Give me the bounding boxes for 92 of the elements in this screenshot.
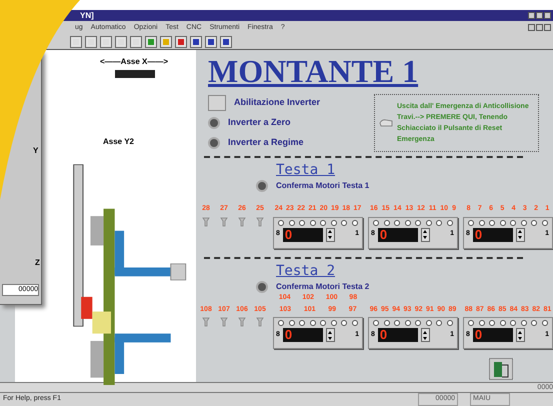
axis-label: Asse Y2 — [103, 136, 134, 148]
axis-label: Z — [35, 257, 41, 269]
counter-display: 0 — [282, 328, 323, 342]
radio-button[interactable] — [352, 220, 358, 226]
indicator-light-icon — [208, 117, 220, 129]
radio-button[interactable] — [531, 220, 538, 226]
radio-button[interactable] — [489, 320, 496, 326]
radio-button[interactable] — [436, 320, 442, 326]
radio-button[interactable] — [373, 320, 379, 326]
head-title: Testa 1 — [276, 162, 336, 178]
radio-button[interactable] — [288, 220, 295, 226]
radio-button[interactable] — [415, 220, 422, 226]
spin-button[interactable] — [516, 228, 525, 242]
counter-display: 0 — [472, 228, 513, 242]
radio-button[interactable] — [510, 220, 516, 226]
counter-display: 0 — [378, 328, 418, 342]
radio-button[interactable] — [394, 220, 400, 226]
toolbar-button[interactable] — [130, 36, 142, 48]
radio-button[interactable] — [489, 220, 496, 226]
radio-button[interactable] — [478, 220, 485, 226]
radio-button[interactable] — [404, 220, 411, 226]
hand-icon — [379, 118, 393, 128]
radio-button[interactable] — [468, 320, 474, 326]
toolbar-button[interactable] — [100, 36, 112, 48]
radio-button[interactable] — [373, 220, 379, 226]
radio-button[interactable] — [310, 220, 316, 226]
radio-button[interactable] — [500, 220, 506, 226]
radio-button[interactable] — [341, 220, 348, 226]
spin-button[interactable] — [326, 328, 335, 342]
radio-button[interactable] — [426, 320, 432, 326]
radio-button[interactable] — [542, 220, 548, 226]
window-title: YN] — [80, 12, 94, 20]
counter-display: 0 — [378, 228, 418, 242]
head-title: Testa 2 — [276, 262, 336, 278]
radio-button[interactable] — [341, 320, 348, 326]
radio-button[interactable] — [384, 320, 390, 326]
exit-icon[interactable] — [489, 358, 513, 380]
toolbar-button[interactable] — [190, 36, 202, 48]
toolbar-button[interactable] — [85, 36, 97, 48]
radio-button[interactable] — [352, 320, 358, 326]
spin-button[interactable] — [420, 328, 430, 342]
toolbar-button[interactable] — [175, 36, 187, 48]
radio-button[interactable] — [320, 320, 326, 326]
radio-button[interactable] — [478, 320, 485, 326]
radio-button[interactable] — [520, 320, 527, 326]
radio-button[interactable] — [446, 220, 453, 226]
radio-button[interactable] — [278, 320, 284, 326]
toolbar-button[interactable] — [145, 36, 157, 48]
toolbar-button[interactable] — [115, 36, 127, 48]
radio-button[interactable] — [394, 320, 400, 326]
page-title: MONTANTE 1 — [208, 54, 420, 88]
radio-button[interactable] — [520, 220, 527, 226]
control-label: Inverter a Regime — [228, 136, 304, 150]
axis-label: <——Asse X——> — [100, 56, 168, 68]
radio-button[interactable] — [468, 220, 474, 226]
confirm-label: Conferma Motori Testa 2 — [276, 280, 370, 292]
radio-button[interactable] — [404, 320, 411, 326]
radio-button[interactable] — [288, 320, 295, 326]
spin-button[interactable] — [326, 228, 335, 242]
radio-button[interactable] — [278, 220, 284, 226]
radio-button[interactable] — [310, 320, 316, 326]
checkbox[interactable] — [208, 95, 226, 111]
confirm-label: Conferma Motori Testa 1 — [276, 180, 370, 192]
toolbar-button[interactable] — [205, 36, 217, 48]
spin-button[interactable] — [516, 328, 525, 342]
radio-button[interactable] — [330, 320, 337, 326]
radio-button[interactable] — [436, 220, 442, 226]
axis-label: Y — [33, 145, 40, 157]
radio-button[interactable] — [384, 220, 390, 226]
radio-button[interactable] — [542, 320, 548, 326]
control-label: Abilitazione Inverter — [234, 96, 320, 110]
toolbar-button[interactable] — [70, 36, 82, 48]
indicator-light-icon — [256, 280, 268, 292]
radio-button[interactable] — [531, 320, 538, 326]
radio-button[interactable] — [426, 220, 432, 226]
spin-button[interactable] — [420, 228, 430, 242]
counter-display: 0 — [472, 328, 513, 342]
radio-button[interactable] — [299, 220, 306, 226]
radio-button[interactable] — [500, 320, 506, 326]
radio-button[interactable] — [299, 320, 306, 326]
radio-button[interactable] — [510, 320, 516, 326]
radio-button[interactable] — [330, 220, 337, 226]
indicator-light-icon — [256, 180, 268, 192]
counter-display: 0 — [282, 228, 323, 242]
radio-button[interactable] — [415, 320, 422, 326]
indicator-light-icon — [208, 137, 220, 149]
toolbar-button[interactable] — [220, 36, 232, 48]
radio-button[interactable] — [320, 220, 326, 226]
toolbar-button[interactable] — [160, 36, 172, 48]
control-label: Inverter a Zero — [228, 116, 291, 130]
position-display — [115, 70, 155, 78]
radio-button[interactable] — [446, 320, 453, 326]
